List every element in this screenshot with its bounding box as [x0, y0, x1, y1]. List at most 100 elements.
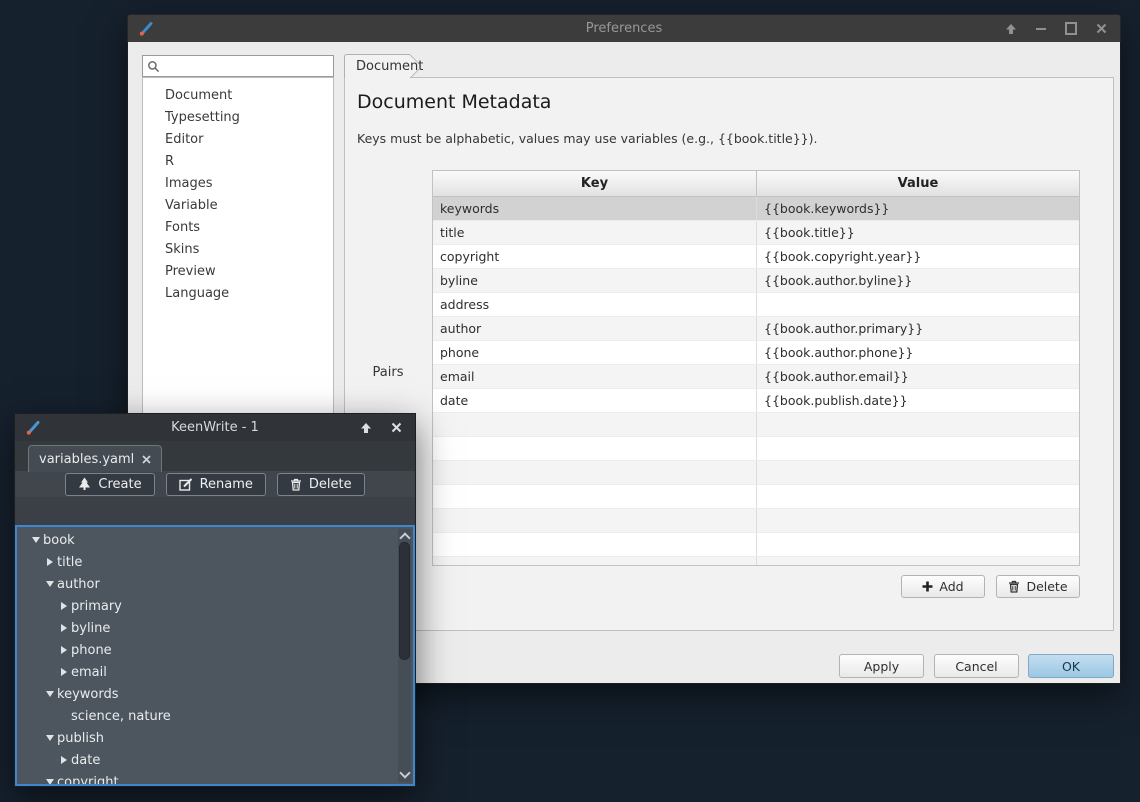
- rename-button[interactable]: Rename: [166, 473, 266, 496]
- value-cell: [757, 557, 1079, 565]
- close-icon[interactable]: [1095, 23, 1107, 35]
- minimize-icon[interactable]: [1035, 23, 1047, 35]
- delete-button[interactable]: Delete: [277, 473, 365, 496]
- value-cell: [757, 509, 1079, 532]
- tree-item-title[interactable]: title: [17, 551, 413, 573]
- desktop: Preferences Document T: [0, 0, 1140, 802]
- add-icon: [922, 581, 933, 592]
- tree-item-phone[interactable]: phone: [17, 639, 413, 661]
- search-icon: [147, 60, 160, 73]
- close-icon[interactable]: [390, 422, 402, 434]
- tab-close-icon[interactable]: [142, 455, 151, 464]
- cancel-button[interactable]: Cancel: [934, 654, 1019, 678]
- collapse-arrow-icon[interactable]: [43, 735, 56, 741]
- table-row[interactable]: phone {{book.author.phone}}: [433, 341, 1079, 365]
- tree-item-author[interactable]: author: [17, 573, 413, 595]
- sidebar-item-typesetting[interactable]: Typesetting: [143, 107, 333, 129]
- restore-icon[interactable]: [1005, 23, 1017, 35]
- table-row-empty[interactable]: [433, 557, 1079, 565]
- sidebar-item-document[interactable]: Document: [143, 85, 333, 107]
- table-row[interactable]: title {{book.title}}: [433, 221, 1079, 245]
- sidebar-item-variable[interactable]: Variable: [143, 195, 333, 217]
- search-input[interactable]: [160, 58, 329, 74]
- table-row[interactable]: byline {{book.author.byline}}: [433, 269, 1079, 293]
- scrollbar-thumb[interactable]: [399, 542, 410, 660]
- tree-item-date[interactable]: date: [17, 749, 413, 771]
- sidebar-item-fonts[interactable]: Fonts: [143, 217, 333, 239]
- value-cell: [757, 485, 1079, 508]
- tree-item-email[interactable]: email: [17, 661, 413, 683]
- key-cell: [433, 557, 757, 565]
- sidebar-item-skins[interactable]: Skins: [143, 239, 333, 261]
- sidebar-item-preview[interactable]: Preview: [143, 261, 333, 283]
- sidebar-item-images[interactable]: Images: [143, 173, 333, 195]
- table-row-empty[interactable]: [433, 437, 1079, 461]
- value-cell: [757, 413, 1079, 436]
- table-row[interactable]: email {{book.author.email}}: [433, 365, 1079, 389]
- pairs-label: Pairs: [353, 365, 423, 380]
- tree-item-byline[interactable]: byline: [17, 617, 413, 639]
- value-cell: {{book.keywords}}: [757, 197, 1079, 220]
- tree-item-copyright[interactable]: copyright: [17, 771, 413, 786]
- key-cell: title: [433, 221, 757, 244]
- tree-item-keywords[interactable]: keywords: [17, 683, 413, 705]
- window-controls: [360, 422, 415, 434]
- table-row[interactable]: author {{book.author.primary}}: [433, 317, 1079, 341]
- keenwrite-titlebar[interactable]: KeenWrite - 1: [14, 413, 416, 441]
- table-row[interactable]: keywords {{book.keywords}}: [433, 197, 1079, 221]
- apply-button[interactable]: Apply: [839, 654, 924, 678]
- expand-arrow-icon[interactable]: [57, 624, 70, 632]
- table-row[interactable]: date {{book.publish.date}}: [433, 389, 1079, 413]
- tree-item-book[interactable]: book: [17, 529, 413, 551]
- table-row-empty[interactable]: [433, 461, 1079, 485]
- create-button[interactable]: Create: [65, 473, 154, 496]
- trash-icon: [1008, 580, 1020, 593]
- scroll-down-icon[interactable]: [399, 767, 410, 778]
- create-button-label: Create: [98, 477, 141, 492]
- tree-scrollbar[interactable]: [398, 529, 411, 782]
- tab-variables-yaml[interactable]: variables.yaml: [28, 445, 162, 472]
- rename-button-label: Rename: [200, 477, 253, 492]
- value-cell: [757, 461, 1079, 484]
- value-cell: {{book.author.phone}}: [757, 341, 1079, 364]
- delete-button[interactable]: Delete: [996, 575, 1080, 598]
- collapse-arrow-icon[interactable]: [43, 691, 56, 697]
- table-header: Key Value: [433, 171, 1079, 197]
- ok-button[interactable]: OK: [1028, 654, 1114, 678]
- sidebar-item-language[interactable]: Language: [143, 283, 333, 305]
- trash-icon: [290, 478, 302, 491]
- collapse-arrow-icon[interactable]: [43, 779, 56, 785]
- value-cell: [757, 293, 1079, 316]
- expand-arrow-icon[interactable]: [57, 668, 70, 676]
- table-row-empty[interactable]: [433, 509, 1079, 533]
- page-subtitle: Keys must be alphabetic, values may use …: [357, 131, 818, 146]
- expand-arrow-icon[interactable]: [57, 646, 70, 654]
- key-cell: [433, 413, 757, 436]
- table-row[interactable]: copyright {{book.copyright.year}}: [433, 245, 1079, 269]
- expand-arrow-icon[interactable]: [57, 756, 70, 764]
- collapse-arrow-icon[interactable]: [29, 537, 42, 543]
- key-cell: keywords: [433, 197, 757, 220]
- collapse-arrow-icon[interactable]: [43, 581, 56, 587]
- column-header-value[interactable]: Value: [757, 171, 1079, 196]
- tree-item-keywords-value[interactable]: science, nature: [17, 705, 413, 727]
- expand-arrow-icon[interactable]: [57, 602, 70, 610]
- tab-document[interactable]: Document: [344, 54, 410, 78]
- sidebar-item-r[interactable]: R: [143, 151, 333, 173]
- add-button[interactable]: Add: [901, 575, 985, 598]
- preferences-titlebar[interactable]: Preferences: [127, 14, 1121, 42]
- expand-arrow-icon[interactable]: [43, 558, 56, 566]
- sidebar-item-editor[interactable]: Editor: [143, 129, 333, 151]
- table-row-empty[interactable]: [433, 413, 1079, 437]
- table-row-empty[interactable]: [433, 485, 1079, 509]
- value-cell: {{book.author.byline}}: [757, 269, 1079, 292]
- key-cell: email: [433, 365, 757, 388]
- add-button-label: Add: [939, 579, 963, 594]
- tree-item-primary[interactable]: primary: [17, 595, 413, 617]
- maximize-icon[interactable]: [1065, 23, 1077, 35]
- table-row-empty[interactable]: [433, 533, 1079, 557]
- column-header-key[interactable]: Key: [433, 171, 757, 196]
- restore-icon[interactable]: [360, 422, 372, 434]
- tree-item-publish[interactable]: publish: [17, 727, 413, 749]
- table-row[interactable]: address: [433, 293, 1079, 317]
